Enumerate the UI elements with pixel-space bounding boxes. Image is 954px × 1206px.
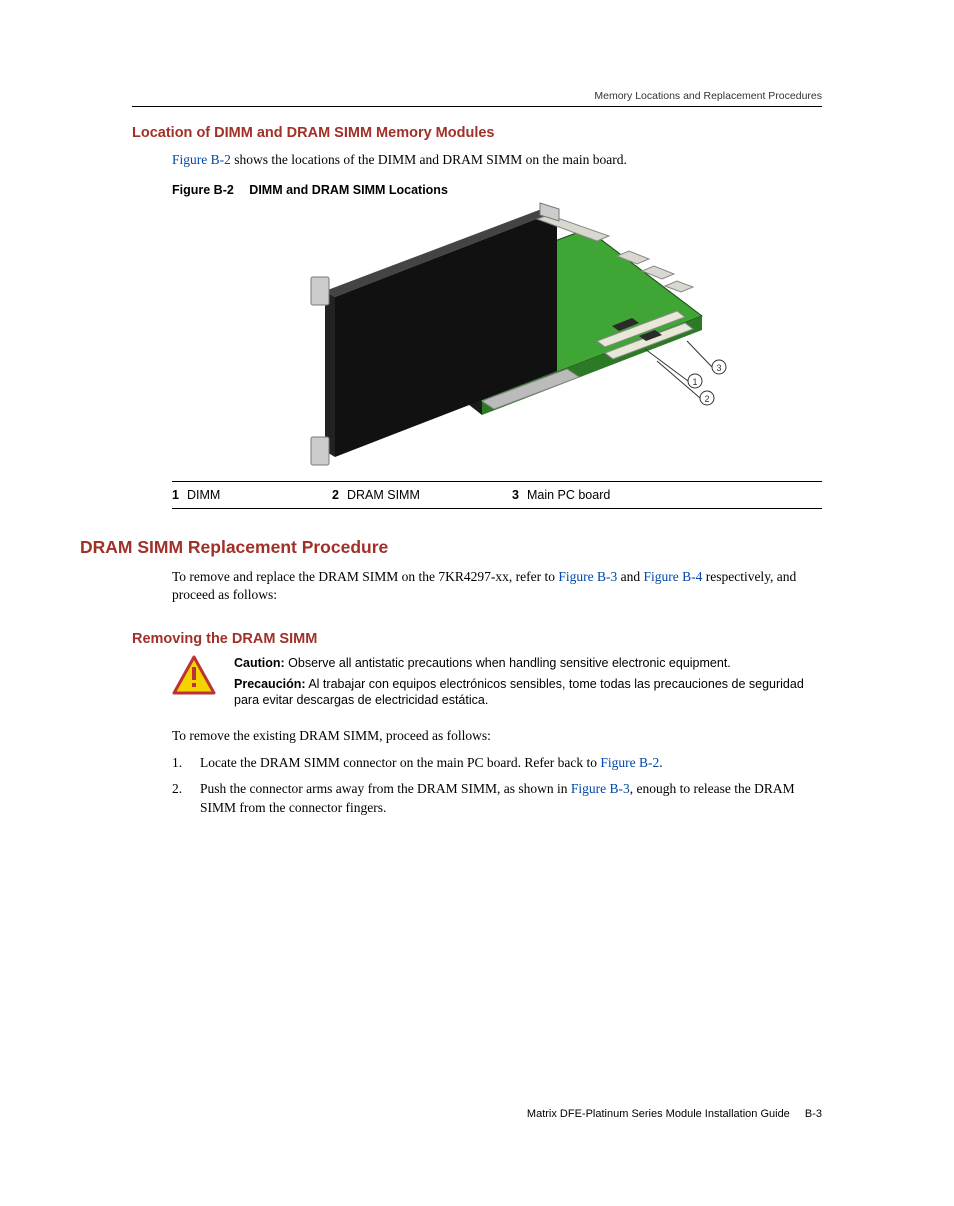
- step-2: 2. Push the connector arms away from the…: [172, 780, 822, 818]
- step-1-post: .: [659, 755, 662, 770]
- caution-text-en: Observe all antistatic precautions when …: [285, 656, 731, 670]
- location-intro: Figure B-2 shows the locations of the DI…: [172, 151, 822, 169]
- figure-caption: Figure B-2 DIMM and DRAM SIMM Locations: [172, 183, 822, 197]
- dram-intro-mid: and: [617, 569, 643, 584]
- figure-legend: 1 DIMM 2 DRAM SIMM 3 Main PC board: [172, 481, 822, 509]
- step-2-num: 2.: [172, 780, 190, 818]
- legend-1-label: DIMM: [187, 488, 220, 502]
- figure-b2-link[interactable]: Figure B-2: [172, 152, 231, 167]
- dram-intro-pre: To remove and replace the DRAM SIMM on t…: [172, 569, 558, 584]
- figure-b4-link[interactable]: Figure B-4: [643, 569, 702, 584]
- legend-3-num: 3: [512, 488, 519, 502]
- step-1: 1. Locate the DRAM SIMM connector on the…: [172, 754, 822, 773]
- footer-page-number: B-3: [805, 1108, 822, 1120]
- step-1-num: 1.: [172, 754, 190, 773]
- section-dram-title: DRAM SIMM Replacement Procedure: [80, 537, 822, 558]
- svg-text:2: 2: [704, 394, 709, 404]
- legend-2-label: DRAM SIMM: [347, 488, 420, 502]
- figure-label: Figure B-2: [172, 183, 234, 197]
- step-2-pre: Push the connector arms away from the DR…: [200, 781, 571, 796]
- caution-text-es: Al trabajar con equipos electrónicos sen…: [234, 677, 804, 708]
- legend-2-num: 2: [332, 488, 339, 502]
- figure-title: DIMM and DRAM SIMM Locations: [249, 183, 448, 197]
- step-1-link[interactable]: Figure B-2: [600, 755, 659, 770]
- svg-text:3: 3: [716, 363, 721, 373]
- step-1-pre: Locate the DRAM SIMM connector on the ma…: [200, 755, 600, 770]
- step-2-link[interactable]: Figure B-3: [571, 781, 630, 796]
- page-footer: Matrix DFE-Platinum Series Module Instal…: [527, 1108, 822, 1120]
- caution-label-es: Precaución:: [234, 677, 306, 691]
- section-removing-title: Removing the DRAM SIMM: [132, 631, 822, 647]
- legend-1-num: 1: [172, 488, 179, 502]
- section-location-title: Location of DIMM and DRAM SIMM Memory Mo…: [132, 125, 822, 141]
- dram-intro: To remove and replace the DRAM SIMM on t…: [172, 568, 822, 604]
- footer-doc-title: Matrix DFE-Platinum Series Module Instal…: [527, 1108, 790, 1120]
- warning-icon: [172, 655, 216, 695]
- caution-label-en: Caution:: [234, 656, 285, 670]
- figure-b3-link[interactable]: Figure B-3: [558, 569, 617, 584]
- running-header: Memory Locations and Replacement Procedu…: [132, 90, 822, 107]
- step-list: 1. Locate the DRAM SIMM connector on the…: [172, 754, 822, 819]
- loc-intro-text: shows the locations of the DIMM and DRAM…: [231, 152, 627, 167]
- legend-3-label: Main PC board: [527, 488, 610, 502]
- figure-b2-image: 1 2 3: [172, 201, 822, 481]
- svg-text:1: 1: [692, 377, 697, 387]
- remove-intro: To remove the existing DRAM SIMM, procee…: [172, 727, 822, 745]
- caution-block: Caution: Observe all antistatic precauti…: [172, 655, 822, 714]
